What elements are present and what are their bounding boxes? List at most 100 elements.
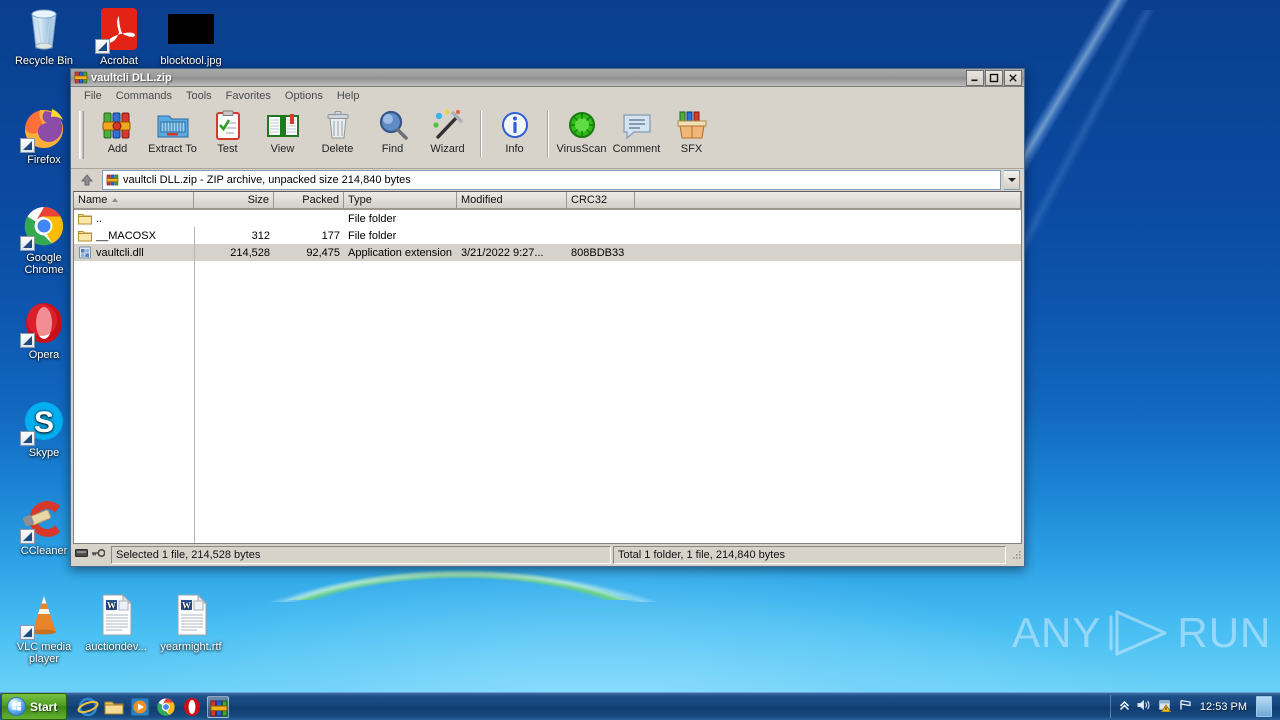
quick-launch-bar bbox=[77, 695, 230, 718]
toolbar-button-extract-to[interactable]: Extract To bbox=[145, 109, 200, 161]
network-icon[interactable] bbox=[1179, 699, 1193, 714]
toolbar-label: View bbox=[270, 143, 295, 155]
internet-explorer-icon[interactable] bbox=[77, 696, 99, 718]
key-icon[interactable] bbox=[91, 548, 106, 561]
chevron-up-icon[interactable] bbox=[1119, 700, 1130, 714]
maximize-button[interactable] bbox=[985, 69, 1003, 86]
menu-item-commands[interactable]: Commands bbox=[109, 89, 179, 103]
toolbar-button-wizard[interactable]: Wizard bbox=[420, 109, 475, 161]
list-pane-splitter[interactable] bbox=[194, 227, 195, 543]
toolbar-button-view[interactable]: View bbox=[255, 109, 310, 161]
toolbar-button-comment[interactable]: Comment bbox=[609, 109, 664, 161]
clock[interactable]: 12:53 PM bbox=[1200, 701, 1247, 713]
toolbar-button-sfx[interactable]: SFX bbox=[664, 109, 719, 161]
winrar-taskbar-icon[interactable] bbox=[207, 695, 230, 718]
desktop-icon-vlc-media-player[interactable]: VLC media player bbox=[8, 592, 80, 665]
toolbar-separator bbox=[547, 111, 549, 157]
media-player-icon[interactable] bbox=[129, 696, 151, 718]
adobe-acrobat-icon bbox=[83, 8, 155, 55]
winrar-window: vaultcli DLL.zip File Commands Tools Fav… bbox=[70, 68, 1025, 567]
close-button[interactable] bbox=[1004, 69, 1022, 86]
word-document-icon: W bbox=[80, 593, 152, 641]
status-bar: Selected 1 file, 214,528 bytes Total 1 f… bbox=[71, 544, 1024, 566]
file-list: Name Size Packed Type Modified CRC32 .. … bbox=[73, 191, 1022, 544]
shortcut-overlay-icon bbox=[20, 138, 35, 153]
column-header-type[interactable]: Type bbox=[344, 192, 457, 209]
column-header-packed[interactable]: Packed bbox=[274, 192, 344, 209]
column-header-filler bbox=[635, 192, 1021, 209]
column-header-size[interactable]: Size bbox=[194, 192, 274, 209]
toolbar-button-find[interactable]: Find bbox=[365, 109, 420, 161]
show-desktop-icon[interactable] bbox=[1256, 696, 1272, 717]
taskbar: Start 12:53 PM bbox=[0, 692, 1280, 720]
toolbar-button-test[interactable]: Test bbox=[200, 109, 255, 161]
desktop-icon-auctiondev[interactable]: W auctiondev... bbox=[80, 592, 152, 653]
window-title-bar[interactable]: vaultcli DLL.zip bbox=[71, 69, 1024, 87]
row-type-cell: Application extension bbox=[348, 246, 452, 259]
comment-bubble-icon bbox=[620, 109, 654, 142]
toolbar-grip[interactable] bbox=[79, 111, 84, 159]
svg-text:W: W bbox=[107, 601, 116, 611]
desktop-icon-blocktool[interactable]: blocktool.jpg bbox=[155, 6, 227, 67]
row-modified-cell: 3/21/2022 9:27... bbox=[461, 246, 544, 259]
status-bar-icons bbox=[73, 548, 109, 561]
toolbar-button-delete[interactable]: Delete bbox=[310, 109, 365, 161]
table-row[interactable]: vaultcli.dll 214,528 92,475 Application … bbox=[74, 244, 1021, 261]
windows-explorer-icon[interactable] bbox=[103, 696, 125, 718]
start-button[interactable]: Start bbox=[1, 693, 68, 720]
start-label: Start bbox=[30, 699, 58, 714]
toolbar-button-info[interactable]: Info bbox=[487, 109, 542, 161]
minimize-button[interactable] bbox=[966, 69, 984, 86]
desktop-icon-recycle-bin[interactable]: Recycle Bin bbox=[8, 6, 80, 67]
google-chrome-icon[interactable] bbox=[155, 696, 177, 718]
virusscan-shield-icon bbox=[565, 109, 599, 142]
row-name-cell: vaultcli.dll bbox=[74, 246, 194, 259]
speaker-icon[interactable] bbox=[1137, 699, 1151, 714]
svg-text:S: S bbox=[34, 406, 54, 439]
row-name-text: __MACOSX bbox=[96, 229, 156, 242]
toolbar-label: Test bbox=[217, 143, 238, 155]
row-type-cell: File folder bbox=[348, 212, 397, 225]
opera-icon[interactable] bbox=[181, 696, 203, 718]
menu-item-help[interactable]: Help bbox=[330, 89, 367, 103]
sort-ascending-icon bbox=[112, 198, 119, 202]
watermark-play-icon bbox=[1107, 608, 1171, 658]
menu-item-file[interactable]: File bbox=[77, 89, 109, 103]
column-header-modified[interactable]: Modified bbox=[457, 192, 567, 209]
desktop-icon-label: blocktool.jpg bbox=[160, 55, 222, 67]
table-row[interactable]: __MACOSX 312 177 File folder bbox=[74, 227, 1021, 244]
archive-path-field[interactable]: vaultcli DLL.zip - ZIP archive, unpacked… bbox=[102, 170, 1001, 190]
up-arrow-icon[interactable] bbox=[75, 170, 99, 190]
toolbar-button-virusscan[interactable]: VirusScan bbox=[554, 109, 609, 161]
extract-folder-icon bbox=[156, 109, 190, 142]
row-name-cell: __MACOSX bbox=[74, 229, 194, 242]
table-row[interactable]: .. File folder bbox=[74, 210, 1021, 227]
chevron-down-icon[interactable] bbox=[1004, 170, 1020, 190]
row-name-text: .. bbox=[96, 212, 103, 225]
desktop-icon-acrobat[interactable]: Acrobat bbox=[83, 6, 155, 67]
resize-grip[interactable] bbox=[1010, 549, 1022, 561]
wizard-wand-icon bbox=[431, 109, 465, 142]
column-header-name[interactable]: Name bbox=[74, 192, 194, 209]
drive-icon[interactable] bbox=[75, 548, 88, 561]
menu-item-favorites[interactable]: Favorites bbox=[219, 89, 278, 103]
desktop-icon-yearmight-rtf[interactable]: W yearmight.rtf bbox=[155, 592, 227, 653]
toolbar-label: Delete bbox=[321, 143, 354, 155]
menu-item-options[interactable]: Options bbox=[278, 89, 330, 103]
window-controls bbox=[966, 69, 1022, 86]
flag-warning-icon[interactable] bbox=[1158, 699, 1172, 715]
toolbar-button-add[interactable]: Add bbox=[90, 109, 145, 161]
vlc-media-player-icon bbox=[8, 596, 80, 641]
desktop-icon-label: yearmight.rtf bbox=[160, 641, 222, 653]
column-header-crc32[interactable]: CRC32 bbox=[567, 192, 635, 209]
shortcut-overlay-icon bbox=[20, 431, 35, 446]
row-name-text: vaultcli.dll bbox=[96, 246, 144, 259]
menu-item-tools[interactable]: Tools bbox=[179, 89, 219, 103]
desktop-icon-label: auctiondev... bbox=[85, 641, 147, 653]
row-type-cell: File folder bbox=[348, 229, 397, 242]
sfx-box-icon bbox=[675, 109, 709, 142]
svg-text:W: W bbox=[182, 601, 191, 611]
shortcut-overlay-icon bbox=[20, 236, 35, 251]
row-name-cell: .. bbox=[74, 212, 194, 225]
winrar-books-icon bbox=[74, 71, 88, 84]
